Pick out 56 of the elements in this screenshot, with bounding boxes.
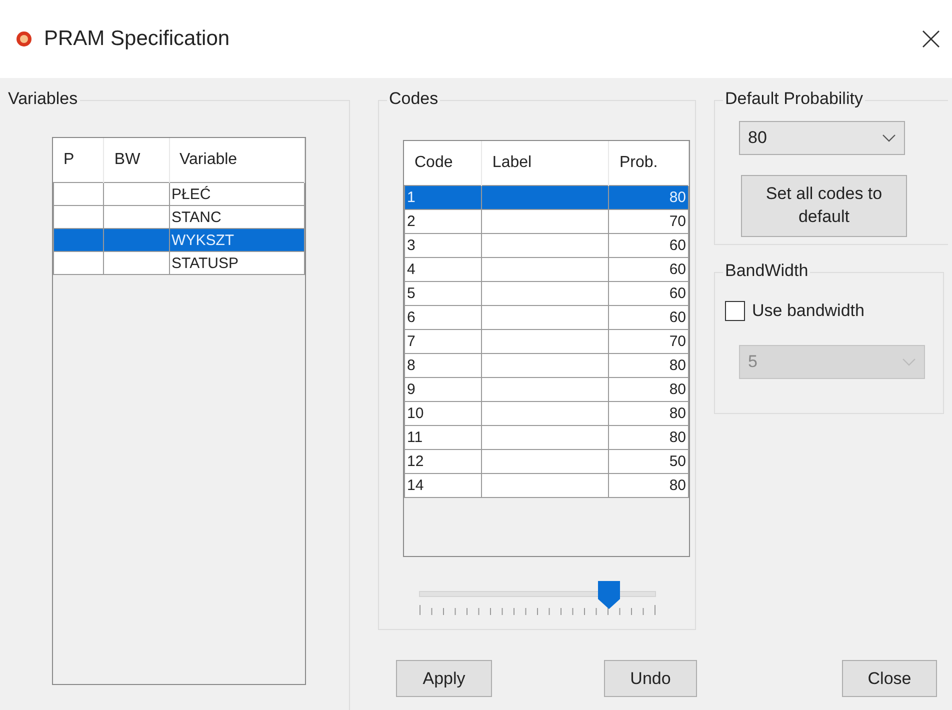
dialog-button[interactable]: Close [842, 660, 937, 697]
dialog-button[interactable]: Apply [396, 660, 492, 697]
table-cell: 80 [608, 402, 688, 426]
table-row[interactable]: 4 60 [404, 258, 688, 282]
table-cell: 12 [404, 450, 482, 474]
table-row[interactable]: 5 60 [404, 282, 688, 306]
group-label: Default Probability [723, 89, 865, 109]
table-row[interactable]: WYKSZT [54, 228, 304, 252]
table-cell: 80 [608, 186, 688, 210]
table-cell: STATUSP [169, 252, 304, 274]
table-cell: 11 [404, 426, 482, 450]
table-row[interactable]: 10 80 [404, 402, 688, 426]
table-cell: 1 [404, 186, 482, 210]
table-cell: 60 [608, 258, 688, 282]
table-cell: 14 [404, 474, 482, 498]
table-cell: 70 [608, 330, 688, 354]
table-cell: 80 [608, 378, 688, 402]
table-row[interactable]: 12 50 [404, 450, 688, 474]
table-cell: 7 [404, 330, 482, 354]
column-header[interactable]: P [54, 138, 104, 182]
table-row[interactable]: 9 80 [404, 378, 688, 402]
table-row[interactable]: 8 80 [404, 354, 688, 378]
table-row[interactable]: 2 70 [404, 210, 688, 234]
table-cell: 9 [404, 378, 482, 402]
table-cell: 80 [608, 426, 688, 450]
table-cell: 10 [404, 402, 482, 426]
table-row[interactable]: 1 80 [404, 186, 688, 210]
table-cell: 70 [608, 210, 688, 234]
table-cell: 60 [608, 306, 688, 330]
set-default-button[interactable]: Set all codes to default [741, 175, 907, 237]
table-cell: 5 [404, 282, 482, 306]
table-cell: 60 [608, 282, 688, 306]
table-cell: 3 [404, 234, 482, 258]
dialog-button[interactable]: Undo [604, 660, 697, 697]
table-cell: 80 [608, 354, 688, 378]
window-title: PRAM Specification [44, 27, 231, 51]
column-header[interactable]: BW [104, 138, 170, 182]
table-cell: 2 [404, 210, 482, 234]
table-row[interactable]: 3 60 [404, 234, 688, 258]
column-header[interactable]: Variable [169, 138, 304, 182]
table-cell: 8 [404, 354, 482, 378]
table-row[interactable]: 7 70 [404, 330, 688, 354]
table-cell: 50 [608, 450, 688, 474]
table-cell: WYKSZT [169, 228, 304, 252]
table-row[interactable]: STATUSP [54, 252, 304, 274]
table-row[interactable]: 11 80 [404, 426, 688, 450]
table-cell: 4 [404, 258, 482, 282]
table-cell: PŁEĆ [169, 182, 304, 206]
table-row[interactable]: 6 60 [404, 306, 688, 330]
table-row[interactable]: 14 80 [404, 474, 688, 498]
table-cell: 60 [608, 234, 688, 258]
table-row[interactable]: PŁEĆ [54, 182, 304, 206]
table-cell: 6 [404, 306, 482, 330]
table-cell: 80 [608, 474, 688, 498]
checkbox-label[interactable]: Use bandwidth [752, 301, 864, 321]
probability-dropdown[interactable]: 80 [739, 121, 905, 155]
